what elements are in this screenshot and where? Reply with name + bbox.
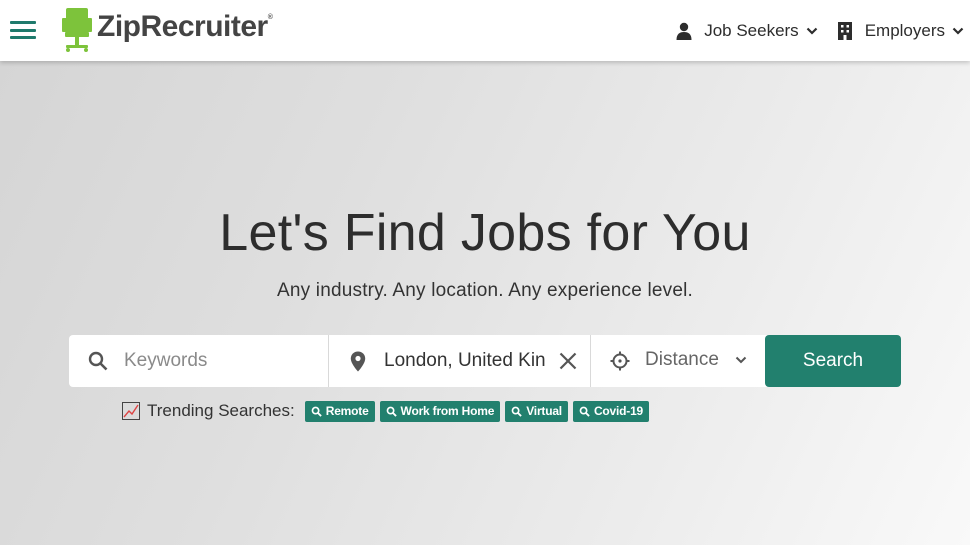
trending-pill-label: Covid-19 bbox=[593, 404, 644, 418]
registered-mark: ® bbox=[267, 14, 273, 21]
chevron-down-icon bbox=[735, 356, 747, 364]
trending-searches: Trending Searches: Remote Work from Home… bbox=[122, 400, 650, 422]
trending-pill-label: Virtual bbox=[526, 404, 562, 418]
distance-select[interactable]: Distance bbox=[591, 335, 765, 387]
hamburger-menu-icon[interactable] bbox=[10, 19, 36, 41]
employers-menu[interactable]: Employers bbox=[836, 21, 964, 41]
crosshair-icon bbox=[609, 350, 631, 372]
chair-icon bbox=[62, 8, 92, 52]
trending-pill-covid-19[interactable]: Covid-19 bbox=[572, 400, 650, 422]
ziprecruiter-logo[interactable]: ZipRecruiter® bbox=[62, 6, 273, 52]
search-icon bbox=[311, 406, 322, 417]
location-input[interactable] bbox=[384, 348, 554, 374]
search-icon bbox=[511, 406, 522, 417]
hero-subtitle: Any industry. Any location. Any experien… bbox=[276, 280, 694, 301]
search-icon bbox=[579, 406, 590, 417]
location-field[interactable] bbox=[329, 335, 591, 387]
chevron-down-icon bbox=[806, 27, 817, 35]
trending-chart-icon bbox=[122, 402, 140, 420]
keywords-input[interactable] bbox=[124, 348, 319, 374]
brand-name: ZipRecruiter® bbox=[97, 10, 273, 43]
map-pin-icon bbox=[349, 350, 367, 372]
top-nav: Job Seekers Employers bbox=[657, 0, 964, 61]
search-icon bbox=[386, 406, 397, 417]
trending-pill-remote[interactable]: Remote bbox=[304, 400, 375, 422]
top-header: ZipRecruiter® Job Seekers Employers bbox=[0, 0, 970, 61]
hero-section: Let's Find Jobs for You Any industry. An… bbox=[0, 61, 970, 545]
distance-label: Distance bbox=[645, 349, 719, 370]
search-icon bbox=[87, 350, 109, 372]
job-search-bar: Distance Search bbox=[69, 335, 901, 387]
trending-label: Trending Searches: bbox=[147, 401, 295, 420]
hero-title: Let's Find Jobs for You bbox=[219, 204, 751, 262]
person-icon bbox=[675, 22, 693, 40]
building-icon bbox=[836, 21, 854, 40]
clear-location-icon[interactable] bbox=[558, 351, 578, 371]
chevron-down-icon bbox=[952, 27, 964, 35]
trending-pill-label: Work from Home bbox=[400, 404, 495, 418]
trending-pill-work-from-home[interactable]: Work from Home bbox=[379, 400, 501, 422]
employers-label: Employers bbox=[864, 20, 945, 40]
search-button[interactable]: Search bbox=[765, 335, 901, 387]
trending-pill-label: Remote bbox=[325, 404, 369, 418]
job-seekers-label: Job Seekers bbox=[704, 20, 799, 40]
keywords-field[interactable] bbox=[69, 335, 329, 387]
job-seekers-menu[interactable]: Job Seekers bbox=[675, 21, 818, 41]
trending-pill-virtual[interactable]: Virtual bbox=[505, 400, 568, 422]
